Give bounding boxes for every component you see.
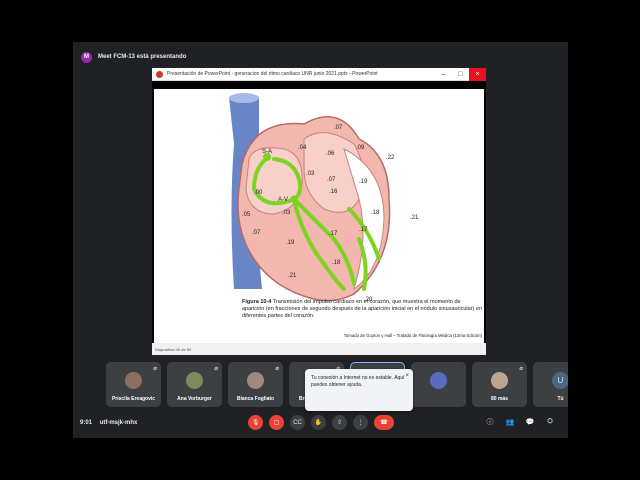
label-07c: .07	[252, 230, 261, 236]
label-18a: .18	[371, 210, 380, 216]
mic-off-icon: ⌀	[153, 366, 157, 372]
avatar: U	[552, 372, 568, 389]
participant-tile[interactable]: ⌀ Priscila Ereagovic	[106, 362, 161, 407]
participant-name: Ana Vorburger	[177, 396, 212, 402]
presenting-bar: M Meet FCM-13 está presentando	[81, 50, 186, 64]
more-participants-tile[interactable]: ⌀ 80 más	[472, 362, 527, 407]
label-05: .05	[242, 212, 251, 218]
close-window-button[interactable]: ×	[469, 67, 486, 81]
figure-caption: Figura 10-4 Transmisión del impulso card…	[242, 299, 482, 320]
label-21b: .21	[288, 273, 297, 279]
avatar	[125, 372, 142, 389]
avatar	[430, 372, 447, 389]
bottom-bar: 9:01 utf-msjk-mhx 🎙 ▢ CC ✋ ⇧ ⋮ ☎ ⓘ 👥 💬 ⛭	[73, 414, 568, 438]
label-03a: .03	[306, 171, 315, 177]
avatar	[186, 372, 203, 389]
label-19a: .19	[359, 179, 368, 185]
slide: S-A A-V .07 .04 .06 .09 .22 .03 .07 .16 …	[154, 89, 484, 345]
powerpoint-window: Presentación de PowerPoint - generacion …	[152, 67, 486, 355]
self-tile[interactable]: ⌀ U Tú	[533, 362, 568, 407]
label-av: A-V	[278, 197, 288, 203]
label-03b: .03	[282, 210, 291, 216]
powerpoint-titlebar: Presentación de PowerPoint - generacion …	[152, 67, 486, 81]
av-node	[290, 195, 298, 203]
present-icon[interactable]: ⇧	[332, 415, 347, 430]
powerpoint-title: Presentación de PowerPoint - generacion …	[167, 71, 378, 77]
mic-off-icon: ⌀	[275, 366, 279, 372]
label-sa: S-A	[262, 149, 272, 155]
call-controls: 🎙 ▢ CC ✋ ⇧ ⋮ ☎	[248, 415, 394, 430]
toast-text[interactable]: Tu conexión a Internet no es estable. Aq…	[311, 375, 405, 388]
label-00: .00	[254, 190, 263, 196]
label-06: .06	[326, 151, 335, 157]
self-name: Tú	[557, 396, 564, 402]
participant-tile[interactable]: ⌀ Ana Vorburger	[167, 362, 222, 407]
people-icon[interactable]: 👥	[504, 416, 516, 428]
label-07a: .07	[334, 125, 343, 131]
maximize-button[interactable]: □	[452, 68, 469, 81]
info-icon[interactable]: ⓘ	[484, 416, 496, 428]
close-icon[interactable]: ×	[405, 372, 409, 380]
end-call-icon[interactable]: ☎	[374, 415, 394, 430]
label-16: .16	[329, 189, 338, 195]
side-controls: ⓘ 👥 💬 ⛭	[484, 416, 556, 428]
minimize-button[interactable]: –	[435, 68, 452, 81]
avatar	[247, 372, 264, 389]
powerpoint-icon	[156, 70, 163, 78]
label-19b: .19	[286, 240, 295, 246]
avatar	[491, 372, 508, 389]
label-04: .04	[298, 145, 307, 151]
figure-credit: Tomado de Guyton y Hall – Tratado de Fis…	[343, 333, 482, 338]
participant-tile[interactable]: ⌀ Bianca Fogliato	[228, 362, 283, 407]
more-participants-label: 80 más	[491, 396, 508, 402]
caption-text: Transmisión del impulso cardíaco en el c…	[242, 299, 483, 320]
participant-tile[interactable]	[411, 362, 466, 407]
meet-window: M Meet FCM-13 está presentando Presentac…	[73, 42, 568, 438]
label-21a: .21	[410, 215, 419, 221]
chat-icon[interactable]: 💬	[524, 416, 536, 428]
more-icon[interactable]: ⋮	[353, 415, 368, 430]
participant-name: Priscila Ereagovic	[111, 396, 156, 402]
meeting-info: 9:01 utf-msjk-mhx	[80, 420, 137, 426]
clock: 9:01	[80, 420, 93, 426]
label-18b: .18	[332, 260, 341, 266]
participant-name: Bianca Fogliato	[236, 396, 275, 402]
meeting-code: utf-msjk-mhx	[99, 420, 138, 426]
presenting-text: Meet FCM-13 está presentando	[98, 54, 187, 60]
caption-label: Figura 10-4	[242, 299, 272, 305]
captions-icon[interactable]: CC	[290, 415, 305, 430]
label-17a: .17	[329, 231, 338, 237]
presenter-badge: M	[81, 51, 92, 63]
label-07b: .07	[327, 177, 336, 183]
vena-cava-opening	[229, 93, 259, 103]
mic-off-icon: ⌀	[519, 366, 523, 372]
label-09: .09	[356, 145, 365, 151]
mic-off-icon: ⌀	[214, 366, 218, 372]
label-17b: .17	[359, 227, 368, 233]
label-22: .22	[386, 155, 395, 161]
activities-icon[interactable]: ⛭	[544, 416, 556, 428]
slide-viewport: S-A A-V .07 .04 .06 .09 .22 .03 .07 .16 …	[152, 81, 486, 345]
powerpoint-statusbar: Diapositiva 45 de 60	[152, 343, 486, 355]
camera-off-icon[interactable]: ▢	[269, 415, 284, 430]
connection-toast: × Tu conexión a Internet no es estable. …	[305, 369, 413, 411]
raise-hand-icon[interactable]: ✋	[311, 415, 326, 430]
mic-off-icon[interactable]: 🎙	[248, 415, 263, 430]
